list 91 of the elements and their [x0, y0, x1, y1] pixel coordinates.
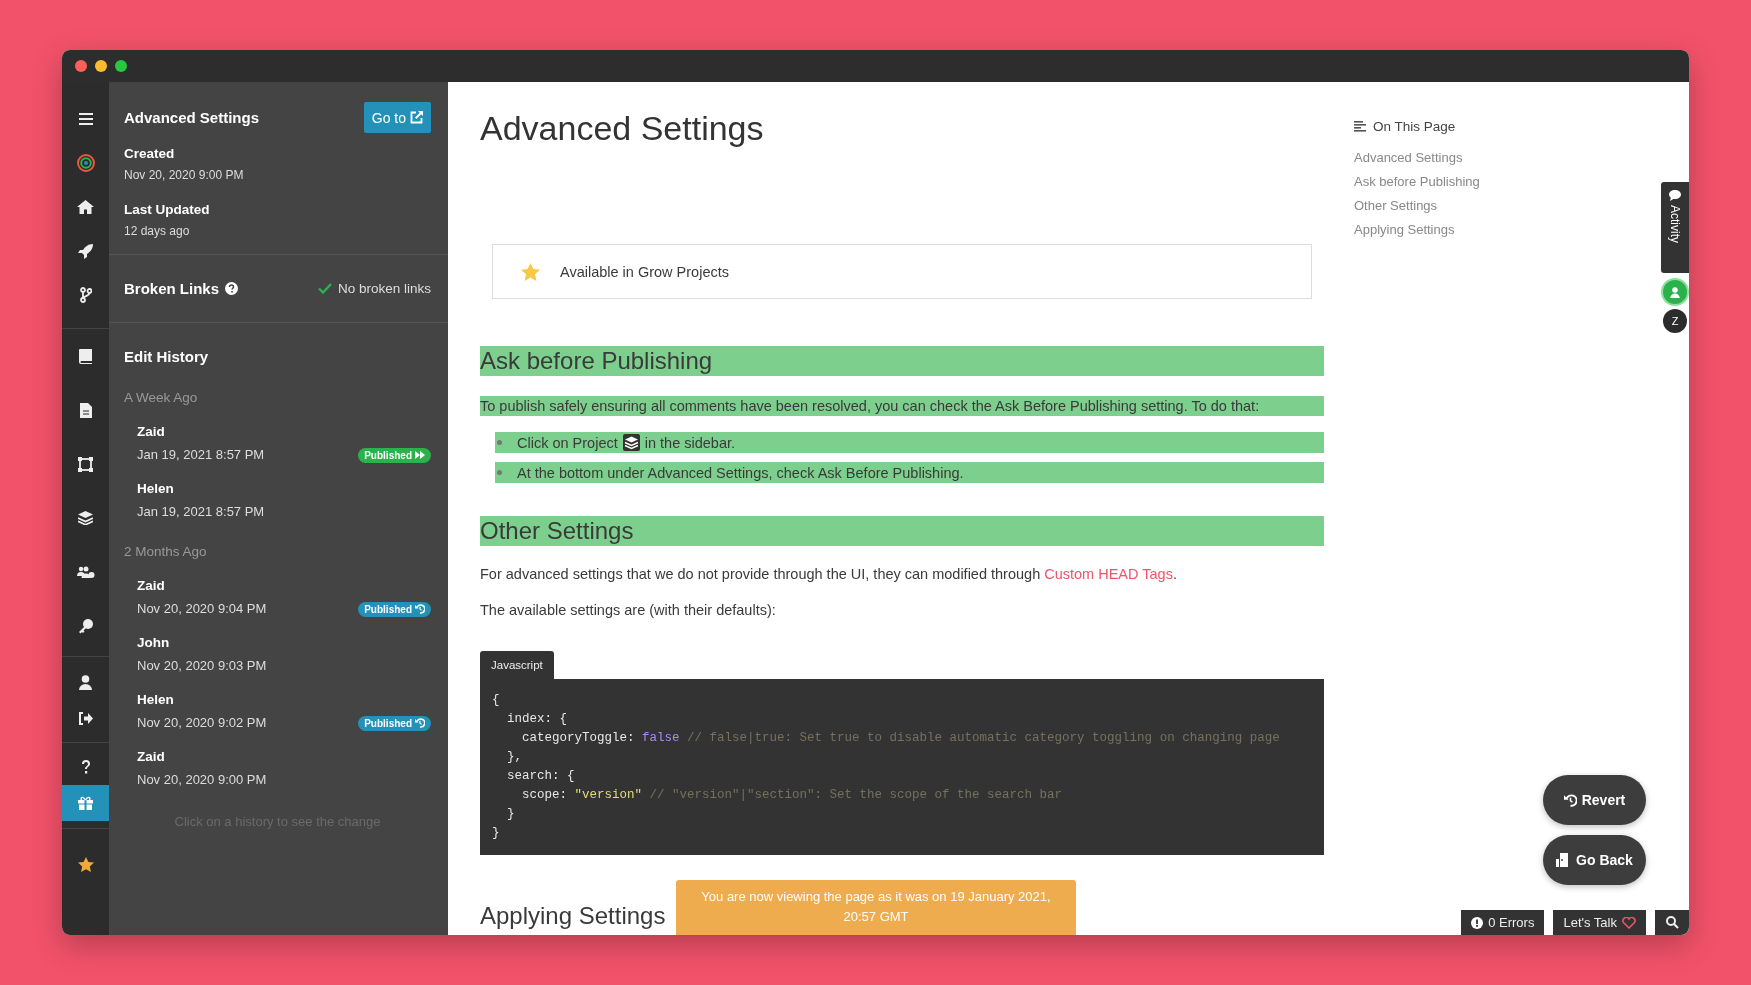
history-icon	[1563, 793, 1577, 807]
meta-value: 12 days ago	[124, 223, 191, 240]
callout-text: Available in Grow Projects	[560, 263, 729, 280]
code-line: search: {	[506, 768, 576, 785]
search-button[interactable]	[1655, 910, 1689, 935]
status-text: No broken links	[337, 281, 431, 296]
layers-icon	[78, 511, 93, 525]
section-heading: Other Settings	[480, 516, 1324, 546]
heart-icon	[1622, 916, 1636, 929]
window-control[interactable]	[95, 60, 107, 72]
group-label: A Week Ago	[124, 389, 199, 407]
history-date: Nov 20, 2020 9:02 PM	[137, 714, 267, 732]
rocket-icon	[78, 243, 93, 259]
history-author[interactable]: John	[137, 634, 431, 652]
history-author[interactable]: Zaid	[137, 748, 431, 766]
published-badge: Published	[358, 447, 431, 463]
history-date: Nov 20, 2020 9:04 PM	[137, 600, 267, 618]
chat-button[interactable]: Let's Talk	[1553, 910, 1646, 935]
section-heading: Ask before Publishing	[480, 346, 1324, 376]
floating-action-button[interactable]: Go Back	[1543, 835, 1646, 885]
list-item: Click on Project in the sidebar.	[495, 432, 1324, 453]
meta-label: Created	[124, 145, 176, 163]
list-item: At the bottom under Advanced Settings, check Ask Before Publishing.	[495, 462, 1324, 483]
code-line: categoryToggle: false // false|true: Set true to disable automatic category toggling on changing page	[521, 730, 1281, 747]
toc-link[interactable]: Ask before Publishing	[1354, 170, 1480, 194]
list-icon	[1354, 121, 1366, 132]
chat-icon	[1669, 190, 1681, 201]
history-author[interactable]: Helen	[137, 691, 431, 709]
history-date: Nov 20, 2020 9:03 PM	[137, 657, 267, 675]
code-line: },	[506, 749, 523, 766]
panel-title: Advanced Settings	[124, 109, 260, 126]
activity-tab[interactable]: Activity	[1661, 182, 1689, 273]
sign-out-icon	[78, 711, 93, 725]
branch-icon	[79, 287, 92, 303]
language-tab[interactable]: Javascript	[480, 651, 554, 679]
published-badge: Published	[358, 715, 431, 731]
meta-label: Last Updated	[124, 201, 211, 219]
window-control[interactable]	[115, 60, 127, 72]
history-date: Nov 20, 2020 9:00 PM	[137, 771, 267, 789]
code-line: index: {	[506, 711, 568, 728]
star-icon	[77, 856, 94, 872]
toc-title: On This Page	[1373, 119, 1456, 134]
user-icon	[79, 674, 92, 690]
user-avatar[interactable]	[1663, 280, 1687, 304]
home-icon	[77, 200, 94, 214]
floating-action-button[interactable]: Revert	[1543, 775, 1646, 825]
fast-forward-icon	[415, 451, 425, 459]
history-date: Jan 19, 2021 8:57 PM	[137, 446, 265, 464]
alert-icon	[1471, 916, 1484, 929]
go-to-button[interactable]: Go to	[363, 102, 431, 133]
external-link-icon	[410, 111, 423, 124]
history-date: Jan 19, 2021 8:57 PM	[137, 503, 265, 521]
meta-value: Nov 20, 2020 9:00 PM	[124, 167, 245, 184]
section-title: Edit History	[124, 347, 210, 367]
checkmark-icon	[317, 283, 332, 294]
toc-link[interactable]: Advanced Settings	[1354, 146, 1480, 170]
published-badge: Published	[358, 601, 431, 617]
code-line: {	[492, 692, 501, 709]
section-heading: Applying Settings	[480, 901, 666, 931]
user-avatar[interactable]: Z	[1663, 309, 1687, 333]
help-icon[interactable]	[225, 282, 239, 295]
help-icon	[80, 759, 91, 775]
code-line: }	[492, 825, 501, 842]
paragraph: To publish safely ensuring all comments have been resolved, you can check the Ask Before Publishing setting. To do that:	[480, 396, 1324, 416]
swirl-logo-icon	[76, 154, 95, 172]
group-label: 2 Months Ago	[124, 543, 208, 561]
history-author[interactable]: Zaid	[137, 577, 431, 595]
users-icon	[76, 565, 95, 579]
paragraph: The available settings are (with their defaults):	[480, 601, 777, 620]
section-title: Broken Links	[124, 278, 220, 299]
gift-icon	[78, 796, 93, 810]
errors-button[interactable]: 0 Errors	[1461, 910, 1545, 935]
star-icon	[521, 262, 540, 281]
document-icon	[79, 402, 92, 418]
book-icon	[79, 348, 92, 364]
window-control[interactable]	[75, 60, 87, 72]
paragraph: For advanced settings that we do not provide through the UI, they can modified through Custom HEAD Tags.	[480, 565, 1178, 584]
history-author[interactable]: Zaid	[137, 423, 431, 441]
history-icon	[415, 718, 425, 728]
code-line: }	[506, 806, 516, 823]
code-line: scope: "version" // "version"|"section": Set the scope of the search bar	[521, 787, 1064, 804]
page-title: Advanced Settings	[480, 108, 765, 148]
frame-icon	[78, 456, 93, 472]
menu-icon	[78, 113, 93, 125]
toc-link[interactable]: Applying Settings	[1354, 218, 1480, 242]
search-icon	[1665, 916, 1679, 929]
key-icon	[78, 618, 93, 634]
history-author[interactable]: Helen	[137, 480, 431, 498]
toc-link[interactable]: Other Settings	[1354, 194, 1480, 218]
history-notice: You are now viewing the page as it was on 19 January 2021, 20:57 GMT	[676, 880, 1076, 935]
history-icon	[415, 604, 425, 614]
